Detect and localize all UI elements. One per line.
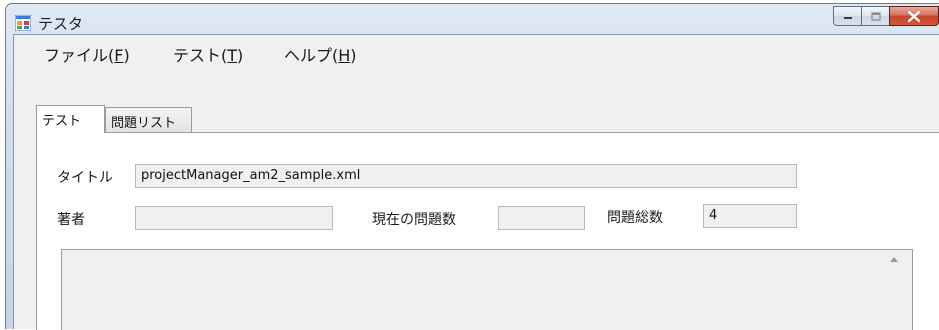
title-field[interactable]: projectManager_am2_sample.xml bbox=[135, 164, 797, 188]
scroll-up-arrow-icon[interactable] bbox=[890, 257, 898, 262]
close-icon bbox=[908, 10, 920, 22]
current-question-count-label: 現在の問題数 bbox=[372, 212, 456, 228]
tab-test[interactable]: テスト bbox=[36, 105, 105, 133]
menu-file-label: ファイル( bbox=[44, 46, 115, 65]
tab-test-label: テスト bbox=[42, 114, 82, 129]
menu-help-end: ) bbox=[350, 46, 357, 65]
menu-test-label: テスト( bbox=[173, 46, 228, 65]
total-question-count-label: 問題総数 bbox=[607, 210, 663, 226]
author-label: 著者 bbox=[57, 212, 85, 228]
menu-help[interactable]: ヘルプ(H) bbox=[284, 42, 357, 66]
menu-file[interactable]: ファイル(F) bbox=[44, 42, 130, 66]
close-button[interactable] bbox=[889, 6, 939, 26]
author-field[interactable] bbox=[135, 206, 333, 230]
tab-question-list[interactable]: 問題リスト bbox=[105, 107, 192, 132]
maximize-button[interactable] bbox=[861, 6, 889, 26]
maximize-icon bbox=[870, 11, 881, 21]
current-question-count-field[interactable] bbox=[498, 206, 585, 230]
menu-test[interactable]: テスト(T) bbox=[173, 42, 243, 66]
total-question-count-field[interactable]: 4 bbox=[703, 204, 797, 228]
menu-help-key: H bbox=[338, 46, 351, 65]
title-label: タイトル bbox=[57, 170, 113, 186]
menu-test-end: ) bbox=[237, 46, 244, 65]
app-window-icon[interactable] bbox=[14, 14, 32, 32]
tab-question-list-label: 問題リスト bbox=[111, 116, 177, 131]
minimize-button[interactable] bbox=[833, 6, 861, 26]
window-title: テスタ bbox=[38, 15, 84, 33]
minimize-icon bbox=[843, 17, 852, 19]
menu-test-key: T bbox=[227, 46, 238, 65]
menu-file-end: ) bbox=[123, 46, 130, 65]
menu-help-label: ヘルプ( bbox=[284, 46, 339, 65]
caption-buttons bbox=[833, 6, 939, 28]
menu-bar: ファイル(F) テスト(T) ヘルプ(H) bbox=[14, 35, 939, 69]
app-window: テスタ ファイル(F) テスト(T) ヘルプ(H) テスト 問題リスト タイトル… bbox=[5, 3, 939, 330]
question-text-area[interactable] bbox=[61, 249, 913, 330]
